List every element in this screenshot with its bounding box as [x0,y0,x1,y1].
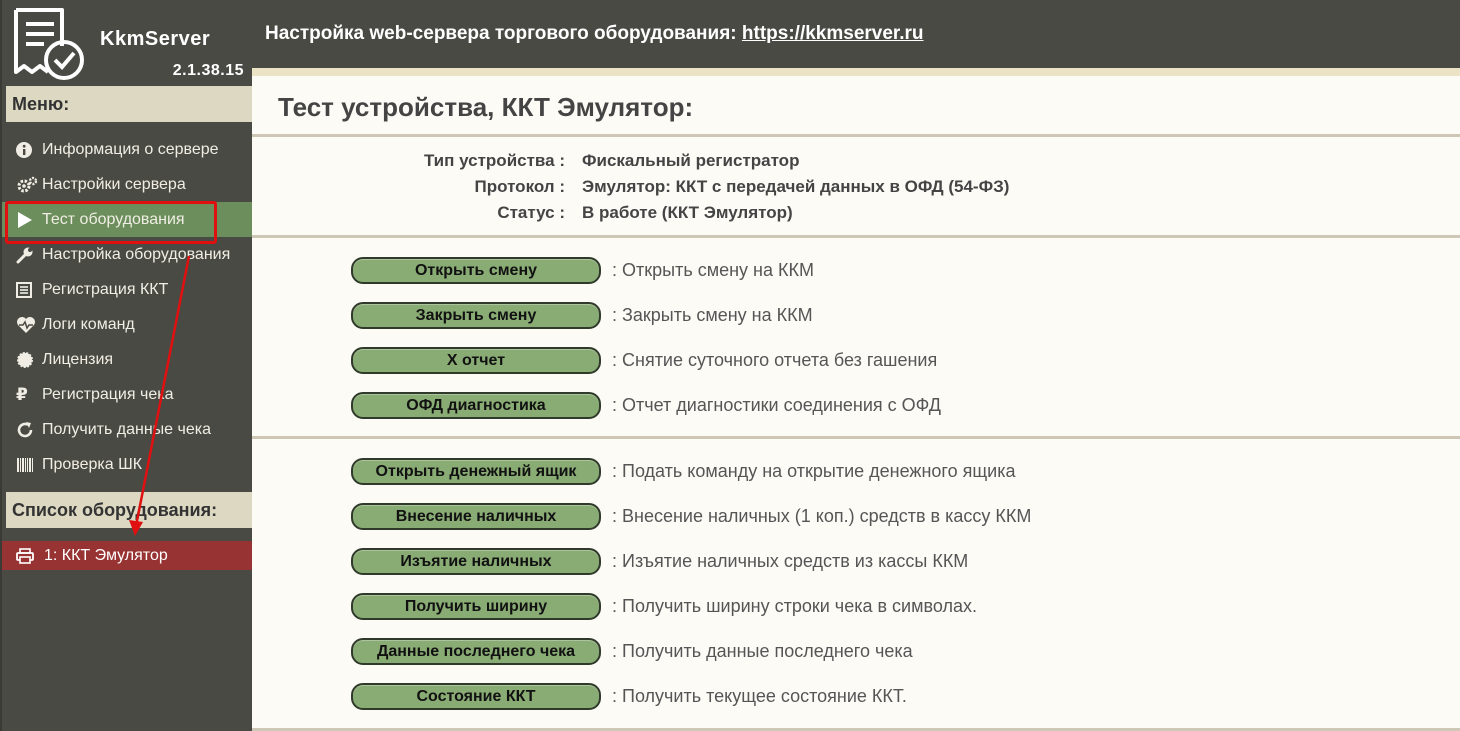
printer-icon [16,547,38,565]
info-row-device-type: Тип устройства : Фискальный регистратор [252,151,1460,177]
sidebar-item-server-info[interactable]: Информация о сервере [2,132,254,167]
x-report-button[interactable]: X отчет [351,347,601,374]
info-label: Протокол : [474,177,565,196]
equipment-item-label: 1: ККТ Эмулятор [44,546,168,564]
menu-heading: Меню: [6,86,262,122]
action-row: Изъятие наличных : Изъятие наличных сред… [252,548,1460,578]
header-title: Настройка web-сервера торгового оборудов… [265,23,924,45]
action-description: : Снятие суточного отчета без гашения [612,350,938,370]
action-description: : Закрыть смену на ККМ [612,305,813,325]
cash-withdrawal-button[interactable]: Изъятие наличных [351,548,601,575]
action-row: ОФД диагностика : Отчет диагностики соед… [252,392,1460,422]
main-content: Тест устройства, ККТ Эмулятор: Тип устро… [252,76,1460,731]
sidebar-item-get-receipt-data[interactable]: Получить данные чека [2,412,254,447]
action-row: Состояние ККТ : Получить текущее состоян… [252,683,1460,713]
header-divider [252,68,1460,76]
sidebar-item-license[interactable]: Лицензия [2,342,254,377]
action-description: : Открыть смену на ККМ [612,260,814,280]
action-description: : Подать команду на открытие денежного я… [612,461,1016,481]
kkmserver-site-link[interactable]: https://kkmserver.ru [742,23,924,44]
refresh-icon [16,421,38,439]
divider [252,436,1460,439]
sidebar-item-barcode-check[interactable]: Проверка ШК [2,447,254,482]
action-row: Открыть денежный ящик : Подать команду н… [252,458,1460,488]
action-description: : Получить данные последнего чека [612,641,913,661]
info-value: В работе (ККТ Эмулятор) [582,203,793,222]
sidebar-item-receipt-registration[interactable]: ₽ Регистрация чека [2,377,254,412]
menu-list: Информация о сервере Настройки сервера Т… [2,132,254,482]
info-value: Эмулятор: ККТ с передачей данных в ОФД (… [582,177,1010,196]
equipment-list: 1: ККТ Эмулятор [2,541,254,570]
header-title-text: Настройка web-сервера торгового оборудов… [265,23,742,44]
info-row-protocol: Протокол : Эмулятор: ККТ с передачей дан… [252,177,1460,203]
logo-area: KkmServer 2.1.38.15 [2,0,254,86]
sidebar-item-equipment-test[interactable]: Тест оборудования [2,201,254,244]
open-cash-drawer-button[interactable]: Открыть денежный ящик [351,458,601,485]
info-icon [16,141,38,159]
app-name: KkmServer [100,28,211,50]
heartbeat-icon [16,316,38,334]
equipment-item-kkt-emulator[interactable]: 1: ККТ Эмулятор [2,541,252,570]
app-version: 2.1.38.15 [172,62,244,79]
info-row-status: Статус : В работе (ККТ Эмулятор) [252,203,1460,229]
divider [252,235,1460,238]
gears-icon [16,176,38,194]
action-row: Данные последнего чека : Получить данные… [252,638,1460,668]
last-receipt-data-button[interactable]: Данные последнего чека [351,638,601,665]
action-row: Закрыть смену : Закрыть смену на ККМ [252,302,1460,332]
info-label: Тип устройства : [423,151,565,170]
sidebar: KkmServer 2.1.38.15 Меню: Информация о с… [0,0,262,731]
sidebar-item-server-settings[interactable]: Настройки сервера [2,167,254,202]
page-title: Тест устройства, ККТ Эмулятор: [278,92,694,122]
sidebar-item-label: Информация о сервере [42,140,219,158]
equipment-list-heading: Список оборудования: [6,492,262,528]
receipt-check-logo-icon [14,8,84,80]
action-row: Внесение наличных : Внесение наличных (1… [252,503,1460,533]
ruble-icon: ₽ [16,384,28,404]
sidebar-item-label: Регистрация чека [42,385,174,403]
cash-deposit-button[interactable]: Внесение наличных [351,503,601,530]
sidebar-item-label: Проверка ШК [42,455,143,473]
ofd-diagnostics-button[interactable]: ОФД диагностика [351,392,601,419]
sidebar-item-command-logs[interactable]: Логи команд [2,307,254,342]
open-shift-button[interactable]: Открыть смену [351,257,601,284]
action-description: : Отчет диагностики соединения с ОФД [612,395,941,415]
info-label: Статус : [497,203,565,222]
get-width-button[interactable]: Получить ширину [351,593,601,620]
divider [252,134,1460,137]
sidebar-item-label: Тест оборудования [42,210,185,228]
sidebar-item-label: Настройки сервера [42,175,186,193]
wrench-icon [16,246,38,264]
action-row: Открыть смену : Открыть смену на ККМ [252,257,1460,287]
play-icon [16,211,38,229]
action-description: : Получить ширину строки чека в символах… [612,596,977,616]
list-icon [16,281,38,299]
sidebar-item-label: Логи команд [42,315,135,333]
kkt-state-button[interactable]: Состояние ККТ [351,683,601,710]
top-header: Настройка web-сервера торгового оборудов… [252,0,1460,70]
certificate-icon [16,351,38,369]
action-description: : Получить текущее состояние ККТ. [612,686,907,706]
action-description: : Внесение наличных (1 коп.) средств в к… [612,506,1032,526]
info-value: Фискальный регистратор [582,151,800,170]
sidebar-item-label: Лицензия [42,350,114,368]
action-row: X отчет : Снятие суточного отчета без га… [252,347,1460,377]
sidebar-item-label: Настройка оборудования [42,245,231,263]
close-shift-button[interactable]: Закрыть смену [351,302,601,329]
sidebar-item-equipment-settings[interactable]: Настройка оборудования [2,237,254,272]
sidebar-item-label: Получить данные чека [42,420,211,438]
action-description: : Изъятие наличных средств из кассы ККМ [612,551,969,571]
barcode-icon [16,456,38,474]
sidebar-item-label: Регистрация ККТ [42,280,169,298]
action-row: Получить ширину : Получить ширину строки… [252,593,1460,623]
sidebar-item-kkt-registration[interactable]: Регистрация ККТ [2,272,254,307]
